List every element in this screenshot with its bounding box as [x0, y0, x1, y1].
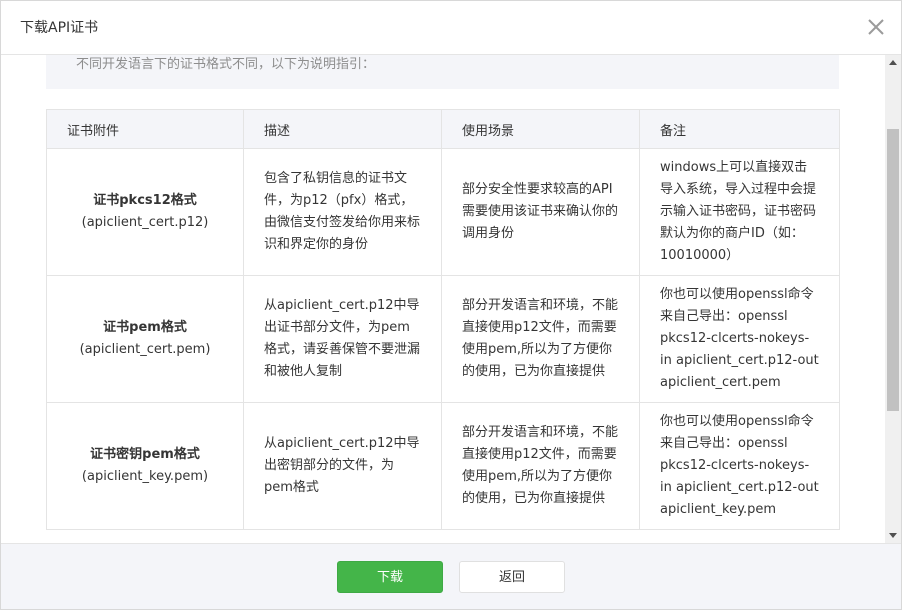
cert-description: 从apiclient_cert.p12中导出证书部分文件，为pem格式，请妥善保… — [243, 275, 442, 403]
dialog-footer: 下载 返回 — [1, 543, 901, 609]
table-header-row: 证书附件 描述 使用场景 备注 — [46, 109, 840, 149]
table-row: 证书pem格式 (apiclient_cert.pem) 从apiclient_… — [46, 275, 840, 403]
cert-description: 包含了私钥信息的证书文件，为p12（pfx）格式，由微信支付签发给你用来标识和界… — [243, 148, 442, 276]
scroll-up-button[interactable] — [885, 55, 901, 71]
close-button[interactable] — [865, 16, 887, 38]
cert-note: windows上可以直接双击导入系统，导入过程中会提示输入证书密码，证书密码默认… — [639, 148, 840, 276]
cert-file: (apiclient_key.pem) — [81, 469, 209, 484]
scroll-down-button[interactable] — [885, 527, 901, 543]
cert-name-cell: 证书pkcs12格式 (apiclient_cert.p12) — [46, 148, 244, 276]
table-row: 证书密钥pem格式 (apiclient_key.pem) 从apiclient… — [46, 402, 840, 530]
header-note: 备注 — [639, 109, 840, 149]
cert-name: 证书密钥pem格式 — [90, 447, 200, 462]
back-button[interactable]: 返回 — [459, 561, 565, 593]
table-row: 证书pkcs12格式 (apiclient_cert.p12) 包含了私钥信息的… — [46, 148, 840, 276]
cert-usage: 部分开发语言和环境，不能直接使用p12文件，而需要使用pem,所以为了方便你的使… — [441, 402, 640, 530]
cert-file: (apiclient_cert.p12) — [81, 215, 209, 230]
cert-name-cell: 证书pem格式 (apiclient_cert.pem) — [46, 275, 244, 403]
arrow-down-icon — [889, 533, 897, 538]
dialog-header: 下载API证书 — [1, 1, 901, 55]
scroll-thumb[interactable] — [887, 129, 899, 411]
dialog-body: 不同开发语言下的证书格式不同，以下为说明指引： 证书附件 描述 使用场景 备注 … — [1, 55, 885, 543]
cert-name: 证书pkcs12格式 — [93, 193, 197, 208]
notice-box: 不同开发语言下的证书格式不同，以下为说明指引： — [46, 55, 839, 89]
cert-note: 你也可以使用openssl命令来自己导出：openssl pkcs12-clce… — [639, 402, 840, 530]
download-cert-dialog: 下载API证书 不同开发语言下的证书格式不同，以下为说明指引： 证书附件 描述 … — [0, 0, 902, 610]
cert-table: 证书附件 描述 使用场景 备注 证书pkcs12格式 (apiclient_ce… — [46, 109, 840, 530]
download-button[interactable]: 下载 — [337, 561, 443, 593]
dialog-title: 下载API证书 — [20, 20, 99, 36]
close-icon — [868, 19, 884, 35]
cert-note: 你也可以使用openssl命令来自己导出：openssl pkcs12-clce… — [639, 275, 840, 403]
cert-usage: 部分开发语言和环境，不能直接使用p12文件，而需要使用pem,所以为了方便你的使… — [441, 275, 640, 403]
header-cert-attachment: 证书附件 — [46, 109, 244, 149]
header-description: 描述 — [243, 109, 442, 149]
cert-usage: 部分安全性要求较高的API需要使用该证书来确认你的调用身份 — [441, 148, 640, 276]
cert-name-cell: 证书密钥pem格式 (apiclient_key.pem) — [46, 402, 244, 530]
arrow-up-icon — [889, 60, 897, 65]
cert-description: 从apiclient_cert.p12中导出密钥部分的文件，为pem格式 — [243, 402, 442, 530]
cert-name: 证书pem格式 — [103, 320, 187, 335]
header-usage: 使用场景 — [441, 109, 640, 149]
vertical-scrollbar[interactable] — [885, 55, 901, 543]
cert-file: (apiclient_cert.pem) — [79, 342, 211, 357]
